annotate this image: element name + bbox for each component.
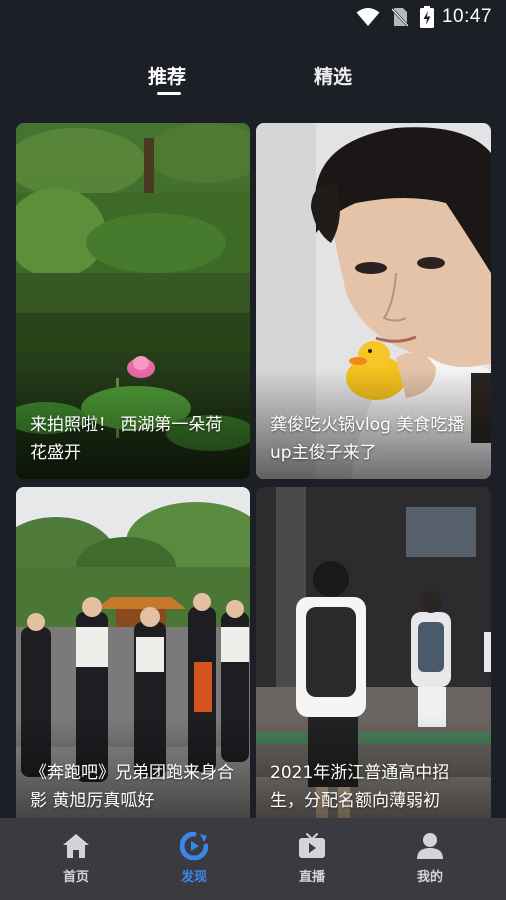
nav-label: 首页 — [62, 870, 89, 885]
battery-charging-icon — [420, 6, 434, 28]
nav-label: 直播 — [298, 870, 325, 885]
card-title: 《奔跑吧》兄弟团跑来身合影 黄旭厉真呱好 — [30, 763, 234, 811]
card-title: 龚俊吃火锅vlog 美食吃播up主俊子来了 — [270, 415, 465, 463]
card-title: 来拍照啦！ 西湖第一朵荷花盛开 — [30, 415, 223, 463]
wifi-icon — [356, 8, 380, 26]
card-title: 2021年浙江普通高中招生，分配名额向薄弱初 — [270, 763, 450, 811]
status-bar: 10:47 — [0, 0, 506, 36]
status-time: 10:47 — [441, 6, 492, 27]
tab-featured[interactable]: 精选 — [314, 62, 352, 89]
active-tab-indicator — [157, 92, 181, 95]
nav-live[interactable]: 直播 — [272, 818, 352, 900]
nav-label: 发现 — [180, 870, 207, 885]
nav-discover[interactable]: 发现 — [154, 818, 234, 900]
top-tabs: 推荐 精选 — [0, 58, 506, 98]
video-card[interactable]: 《奔跑吧》兄弟团跑来身合影 黄旭厉真呱好 — [16, 487, 250, 827]
tab-recommend[interactable]: 推荐 — [148, 62, 186, 89]
nav-label: 我的 — [416, 870, 443, 885]
no-sim-icon — [392, 8, 408, 27]
tv-icon — [299, 833, 325, 858]
home-icon — [63, 834, 89, 858]
video-card[interactable]: 2021年浙江普通高中招生，分配名额向薄弱初 — [256, 487, 491, 827]
nav-home[interactable]: 首页 — [36, 818, 116, 900]
discover-icon — [180, 832, 208, 860]
user-icon — [417, 833, 443, 859]
bottom-nav: 首页 发现 直播 我的 — [0, 818, 506, 900]
video-card[interactable]: 来拍照啦！ 西湖第一朵荷花盛开 — [16, 123, 250, 479]
video-card[interactable]: 龚俊吃火锅vlog 美食吃播up主俊子来了 — [256, 123, 491, 479]
nav-mine[interactable]: 我的 — [390, 818, 470, 900]
